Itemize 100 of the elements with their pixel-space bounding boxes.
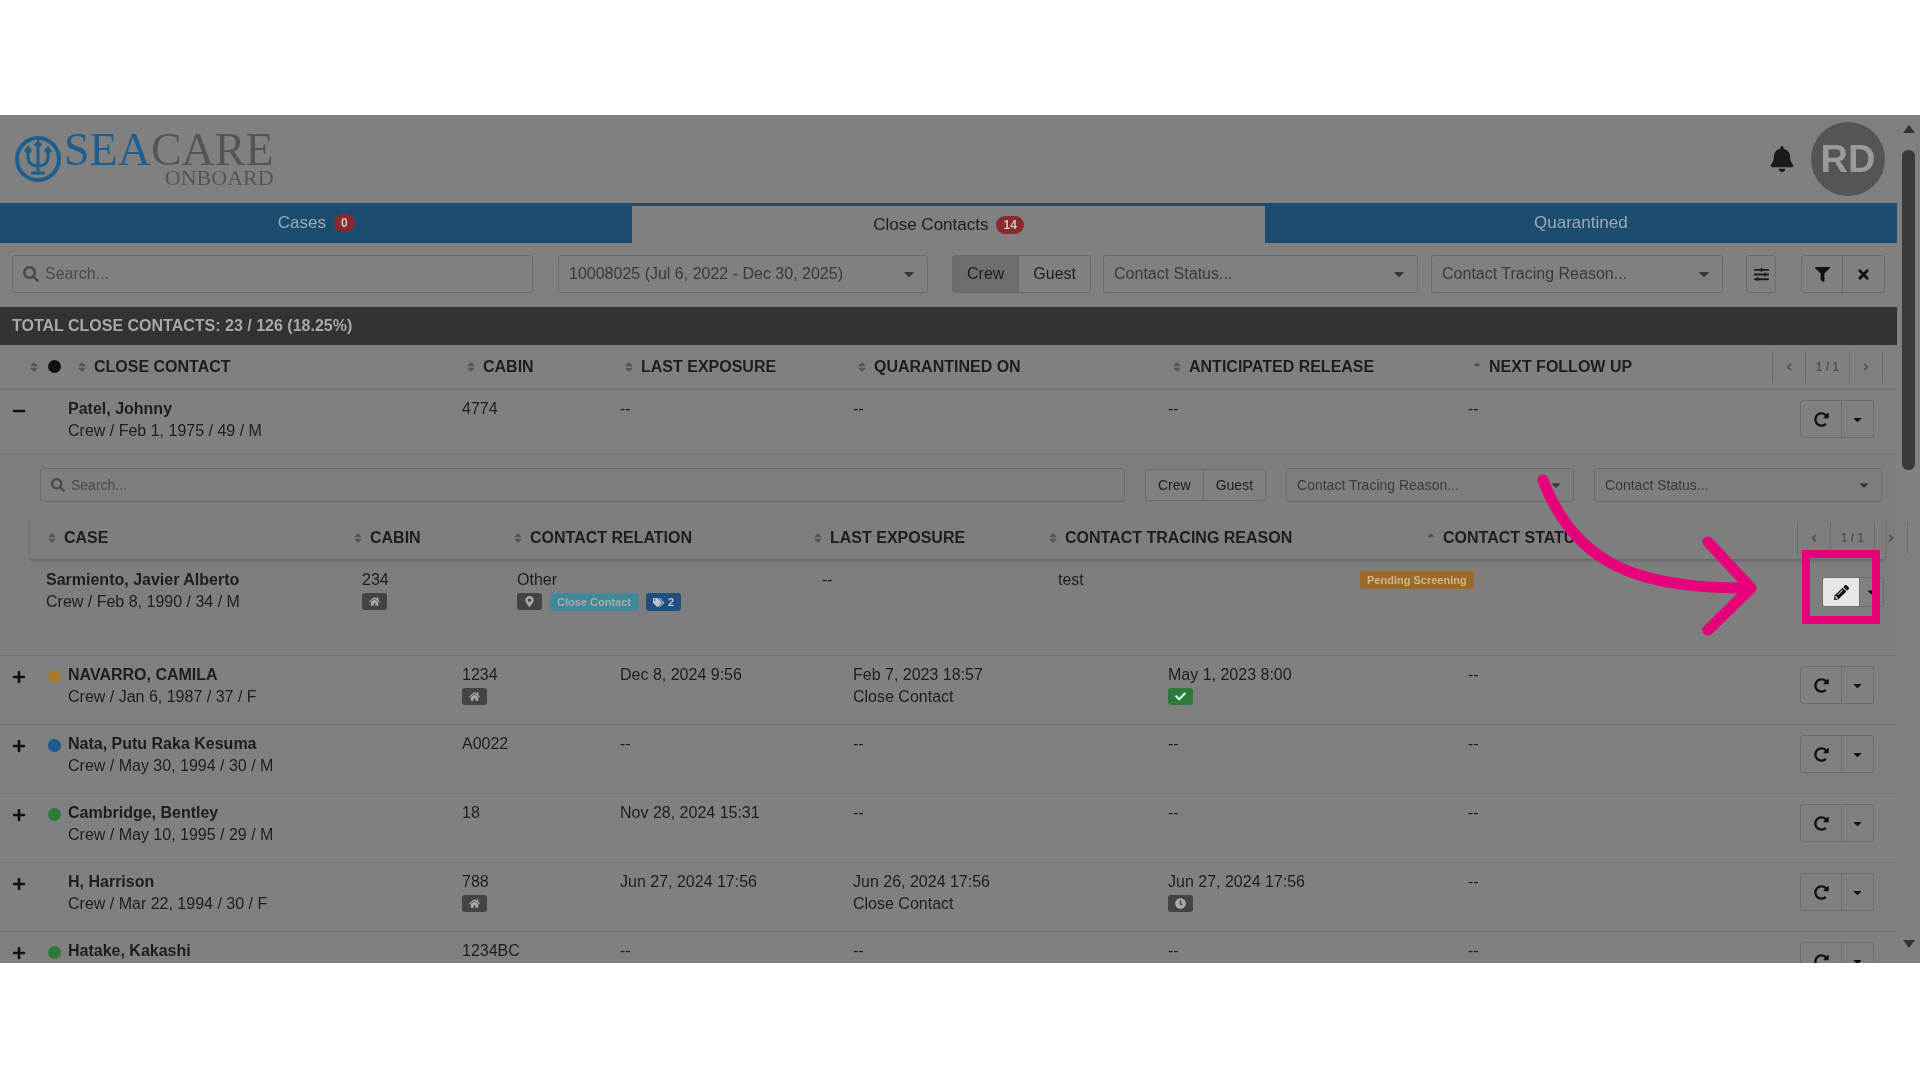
sort-icon[interactable]: [1171, 360, 1183, 373]
notification-bell-icon[interactable]: [1769, 146, 1795, 172]
refresh-icon: [1813, 815, 1829, 831]
sort-icon[interactable]: [1047, 532, 1059, 544]
sort-icon[interactable]: [46, 532, 58, 544]
column-header: LAST EXPOSURE: [830, 529, 966, 547]
next-follow-up: --: [1468, 666, 1480, 684]
refresh-icon: [1813, 884, 1829, 900]
sort-icon[interactable]: [512, 532, 524, 544]
count-badge: 0: [333, 214, 355, 232]
toggle-button[interactable]: Crew: [1145, 469, 1204, 501]
anticipated-release: --: [1168, 735, 1180, 753]
settings-sliders-button[interactable]: [1746, 255, 1776, 293]
refresh-icon: [1813, 953, 1829, 963]
refresh-button[interactable]: [1800, 666, 1842, 704]
refresh-icon: [1813, 746, 1829, 762]
column-header: CASE: [64, 529, 109, 547]
tab[interactable]: Cases 0: [0, 203, 633, 243]
column-header: LAST EXPOSURE: [641, 357, 777, 376]
quarantined-on: --: [853, 400, 865, 418]
column-header: NEXT FOLLOW UP: [1489, 357, 1633, 376]
tags-icon: [652, 596, 664, 608]
contact-relation: Other: [517, 571, 558, 589]
select-field[interactable]: Contact Status...: [1594, 468, 1883, 502]
anticipated-release: --: [1168, 942, 1180, 960]
tab[interactable]: Quarantined: [1264, 203, 1897, 243]
clear-button[interactable]: [1843, 255, 1885, 293]
filter-button[interactable]: [1801, 255, 1843, 293]
column-header: CLOSE CONTACT: [94, 357, 231, 376]
user-avatar[interactable]: RD: [1811, 122, 1885, 196]
tracing-reason: test: [1058, 571, 1085, 589]
contact-name: Nata, Putu Raka Kesuma: [68, 735, 258, 753]
filter-icon: [1814, 266, 1830, 282]
next-follow-up: --: [1468, 735, 1480, 753]
contact-details: Crew / May 10, 1995 / 29 / M: [68, 826, 275, 844]
last-exposure: --: [620, 942, 632, 960]
logo-wordmark: SEACARE: [64, 130, 274, 170]
contact-name: Cambridge, Bentley: [68, 804, 220, 822]
contact-details: Crew / Jan 6, 1987 / 37 / F: [68, 688, 258, 706]
refresh-button[interactable]: [1800, 735, 1842, 773]
select-field[interactable]: Contact Tracing Reason...: [1286, 468, 1575, 502]
close-icon: [1856, 266, 1871, 282]
search-icon: [51, 478, 65, 492]
refresh-button[interactable]: [1800, 873, 1842, 911]
toggle-button[interactable]: Guest: [1203, 469, 1267, 501]
contact-details: Crew / Feb 1, 1975 / 49 / M: [68, 422, 263, 440]
voyage-select[interactable]: 10008025 (Jul 6, 2022 - Dec 30, 2025): [558, 255, 928, 293]
cabin-number: 788: [462, 873, 490, 891]
last-exposure: --: [620, 400, 632, 418]
column-header: CABIN: [483, 357, 534, 376]
last-exposure: --: [620, 735, 632, 753]
quarantined-on: --: [853, 735, 865, 753]
quarantined-on: Feb 7, 2023 18:57: [853, 666, 984, 684]
refresh-button[interactable]: [1800, 400, 1842, 438]
contact-name: Sarmiento, Javier Alberto: [46, 571, 241, 589]
sort-icon[interactable]: [812, 532, 824, 544]
summary-bar: TOTAL CLOSE CONTACTS: 23 / 126 (18.25%): [0, 307, 1897, 345]
select-field[interactable]: Contact Status...: [1103, 255, 1419, 293]
anticipated-release: Jun 27, 2024 17:56: [1168, 873, 1306, 891]
cabin-number: 234: [362, 571, 390, 589]
next-follow-up: --: [1468, 804, 1480, 822]
refresh-icon: [1813, 677, 1829, 693]
cabin-number: A0022: [462, 735, 510, 753]
sort-icon[interactable]: [28, 360, 40, 373]
cabin-number: 18: [462, 804, 481, 822]
tag-badge: Close Contact: [550, 593, 638, 611]
last-exposure: Nov 28, 2024 15:31: [620, 804, 761, 822]
anticipated-release: --: [1168, 400, 1180, 418]
quarantined-on: --: [853, 942, 865, 960]
contact-name: Patel, Johnny: [68, 400, 174, 418]
refresh-icon: [1813, 411, 1829, 427]
sort-icon[interactable]: [623, 360, 635, 373]
sort-icon[interactable]: [76, 360, 88, 373]
location-pin-icon: [517, 593, 542, 610]
cabin-number: 4774: [462, 400, 499, 418]
next-follow-up: --: [1468, 400, 1480, 418]
next-follow-up: --: [1468, 873, 1480, 891]
sort-icon[interactable]: [465, 360, 477, 373]
trident-logo-icon: [14, 135, 62, 183]
pencil-icon: [1833, 584, 1849, 600]
anticipated-release: May 1, 2023 8:00: [1168, 666, 1293, 684]
column-header: CONTACT TRACING REASON: [1065, 529, 1293, 547]
sort-icon[interactable]: [856, 360, 868, 373]
select-field[interactable]: Contact Tracing Reason...: [1431, 255, 1724, 293]
toggle-button[interactable]: Crew: [952, 255, 1020, 293]
column-header: ANTICIPATED RELEASE: [1189, 357, 1375, 376]
quarantined-on: Jun 26, 2024 17:56: [853, 873, 991, 891]
edit-button[interactable]: [1822, 577, 1860, 607]
quarantine-reason: Close Contact: [853, 688, 955, 706]
contact-name: H, Harrison: [68, 873, 156, 891]
refresh-button[interactable]: [1800, 804, 1842, 842]
status-badge: Pending Screening: [1360, 571, 1474, 589]
quarantined-on: --: [853, 804, 865, 822]
sort-icon[interactable]: [352, 532, 364, 544]
next-follow-up: --: [1468, 942, 1480, 960]
toggle-button[interactable]: Guest: [1019, 255, 1092, 293]
count-badge: 14: [996, 215, 1024, 234]
sliders-icon: [1753, 266, 1769, 282]
quarantine-reason: Close Contact: [853, 895, 955, 913]
contact-details: Crew / Mar 22, 1994 / 30 / F: [68, 895, 269, 913]
